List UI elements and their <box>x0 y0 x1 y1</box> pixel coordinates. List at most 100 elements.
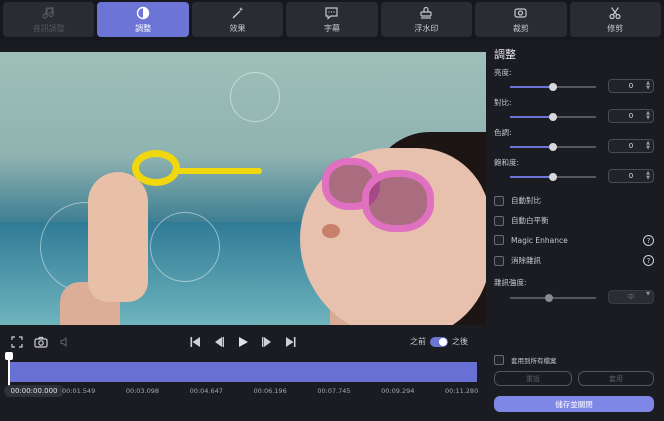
contrast-label: 對比: <box>494 98 512 107</box>
contrast-value-text: 0 <box>628 112 634 120</box>
auto-contrast-option[interactable]: 自動對比 <box>494 195 541 206</box>
denoise-strength-select[interactable]: 中 ▼ <box>608 290 654 304</box>
timeline-track[interactable] <box>8 362 477 382</box>
video-scene-sunglass-right <box>362 170 434 232</box>
timeline-tick-label: 00:06.196 <box>253 387 287 395</box>
video-scene-mouth <box>322 224 340 238</box>
video-scene-hand <box>88 172 148 302</box>
auto-contrast-label: 自動對比 <box>511 196 541 205</box>
brightness-label: 亮度: <box>494 68 512 77</box>
camera-snapshot-icon[interactable] <box>33 335 49 349</box>
toggle-knob <box>439 337 447 346</box>
denoise-checkbox[interactable] <box>494 255 504 266</box>
timeline-tick-label: 00:04.647 <box>189 387 223 395</box>
timeline-tick-label: 00:03.098 <box>125 387 160 395</box>
after-label: 之後 <box>452 337 468 346</box>
saturation-label: 飽和度: <box>494 158 520 167</box>
volume-icon[interactable] <box>58 335 72 349</box>
magic-enhance-help-icon[interactable]: ? <box>643 235 654 246</box>
music-note-icon <box>42 6 56 21</box>
slider-knob[interactable] <box>549 173 557 181</box>
hue-value-text: 0 <box>628 142 634 150</box>
adjust-icon <box>136 6 150 21</box>
slider-knob[interactable] <box>549 143 557 151</box>
crop-icon <box>513 6 528 21</box>
contrast-value[interactable]: 0 ▲ ▼ <box>608 109 654 123</box>
panel-title: 調整 <box>494 48 516 61</box>
hue-value[interactable]: 0 ▲ ▼ <box>608 139 654 153</box>
denoise-help-icon[interactable]: ? <box>643 255 654 266</box>
skip-to-end-icon[interactable] <box>284 335 298 349</box>
saturation-value[interactable]: 0 ▲ ▼ <box>608 169 654 183</box>
fullscreen-icon[interactable] <box>10 335 24 349</box>
slider-fill <box>510 297 549 299</box>
brightness-value-text: 0 <box>628 82 634 90</box>
tab-crop[interactable]: 裁剪 <box>475 2 567 37</box>
save-and-close-button[interactable]: 儲存並關閉 <box>494 396 654 412</box>
auto-white-balance-label: 自動白平衡 <box>511 216 549 225</box>
spin-arrows-icon[interactable]: ▲ ▼ <box>646 171 650 181</box>
timeline-tick-label: 00:09.294 <box>381 387 415 395</box>
brightness-value[interactable]: 0 ▲ ▼ <box>608 79 654 93</box>
before-label: 之前 <box>410 337 426 346</box>
denoise-strength-value: 中 <box>627 293 635 301</box>
timeline-tick-label: 00:11.280 <box>445 387 479 395</box>
tab-watermark[interactable]: 浮水印 <box>380 2 473 37</box>
magic-enhance-option[interactable]: Magic Enhance <box>494 235 568 245</box>
auto-contrast-checkbox[interactable] <box>494 195 504 206</box>
slider-fill <box>510 116 553 118</box>
brightness-slider[interactable] <box>510 83 596 91</box>
timeline-tick-label: 00:01.549 <box>62 387 96 395</box>
tab-trim[interactable]: 修剪 <box>569 2 661 37</box>
stamp-icon <box>419 6 433 21</box>
apply-to-all-label: 套用到所有檔案 <box>511 357 557 365</box>
skip-to-start-icon[interactable] <box>188 335 202 349</box>
tab-bar: 音訊調整 調整 效果 字幕 浮水印 裁剪 修剪 <box>0 0 664 40</box>
hue-label: 色調: <box>494 128 512 137</box>
auto-white-balance-checkbox[interactable] <box>494 215 504 226</box>
tab-adjust[interactable]: 調整 <box>97 2 189 37</box>
hue-slider[interactable] <box>510 143 596 151</box>
video-scene-wand-stick <box>172 168 262 174</box>
slider-knob[interactable] <box>549 113 557 121</box>
spin-arrows-icon[interactable]: ▲ ▼ <box>646 141 650 151</box>
next-frame-icon[interactable] <box>260 335 274 349</box>
slider-knob[interactable] <box>544 294 553 302</box>
timeline-tick-label: 00:07.745 <box>317 387 351 395</box>
play-icon[interactable] <box>236 335 250 349</box>
subtitle-bubble-icon <box>324 6 339 21</box>
auto-white-balance-option[interactable]: 自動白平衡 <box>494 215 549 226</box>
tab-subtitles[interactable]: 字幕 <box>286 2 378 37</box>
previous-frame-icon[interactable] <box>212 335 226 349</box>
denoise-strength-slider[interactable] <box>510 294 596 302</box>
before-after-toggle-group: 之前 之後 <box>410 336 468 347</box>
saturation-value-text: 0 <box>628 172 634 180</box>
playhead-handle[interactable] <box>5 352 13 360</box>
saturation-slider[interactable] <box>510 173 596 181</box>
slider-fill <box>510 176 553 178</box>
magic-enhance-label: Magic Enhance <box>511 235 568 245</box>
magic-enhance-checkbox[interactable] <box>494 235 504 245</box>
spin-arrows-icon[interactable]: ▲ ▼ <box>646 111 650 121</box>
slider-knob[interactable] <box>549 83 557 91</box>
slider-fill <box>510 86 553 88</box>
tab-audio[interactable]: 音訊調整 <box>3 2 95 37</box>
chevron-down-icon: ▼ <box>646 291 650 297</box>
video-preview <box>0 52 486 325</box>
spin-arrows-icon[interactable]: ▲ ▼ <box>646 81 650 91</box>
contrast-slider[interactable] <box>510 113 596 121</box>
apply-to-all-checkbox[interactable] <box>494 355 504 365</box>
denoise-option[interactable]: 消除雜訊 <box>494 255 541 266</box>
bubble-shape <box>150 212 220 282</box>
apply-to-all-option[interactable]: 套用到所有檔案 <box>494 355 557 365</box>
reset-button[interactable]: 重設 <box>494 371 572 386</box>
denoise-strength-label: 雜訊強度: <box>494 278 527 287</box>
denoise-label: 消除雜訊 <box>511 256 541 265</box>
current-time: 00:00:00.000 <box>4 385 64 397</box>
magic-wand-icon <box>231 6 245 21</box>
scissors-icon <box>608 6 622 21</box>
apply-button[interactable]: 套用 <box>578 371 654 386</box>
tab-effects[interactable]: 效果 <box>191 2 284 37</box>
before-after-toggle[interactable] <box>430 336 448 347</box>
slider-fill <box>510 146 553 148</box>
